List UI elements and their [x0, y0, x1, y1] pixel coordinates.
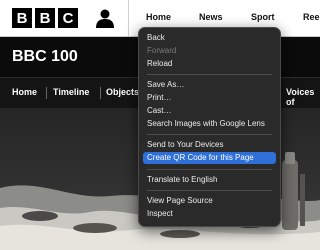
menu-item-reload[interactable]: Reload [143, 58, 276, 70]
menu-separator [147, 190, 272, 191]
nav-news[interactable]: News [199, 12, 223, 22]
nav-reel[interactable]: Reel [303, 12, 320, 22]
menu-item-print[interactable]: Print… [143, 92, 276, 104]
subnav-separator [100, 87, 101, 99]
context-menu: Back Forward Reload Save As… Print… Cast… [138, 27, 281, 227]
logo-letter: B [12, 8, 32, 28]
menu-item-search-images[interactable]: Search Images with Google Lens [143, 118, 276, 130]
page-title: BBC 100 [12, 48, 78, 65]
menu-item-translate[interactable]: Translate to English [143, 174, 276, 186]
subnav-separator [46, 87, 47, 99]
menu-separator [147, 134, 272, 135]
nav-sport[interactable]: Sport [251, 12, 275, 22]
logo-letter: C [58, 8, 78, 28]
header-divider [128, 0, 129, 36]
menu-item-save-as[interactable]: Save As… [143, 79, 276, 91]
menu-item-cast[interactable]: Cast… [143, 105, 276, 117]
logo-letter: B [35, 8, 55, 28]
menu-separator [147, 74, 272, 75]
nav-home[interactable]: Home [146, 12, 171, 22]
menu-item-inspect[interactable]: Inspect [143, 208, 276, 220]
menu-item-forward: Forward [147, 46, 177, 55]
menu-item-back[interactable]: Back [143, 32, 276, 44]
menu-separator [147, 169, 272, 170]
subnav-timeline[interactable]: Timeline [53, 87, 89, 97]
menu-item-create-qr-code[interactable]: Create QR Code for this Page [143, 152, 276, 164]
subnav-objects[interactable]: Objects [106, 87, 139, 97]
subnav-voices[interactable]: Voices of [286, 87, 320, 107]
menu-item-view-source[interactable]: View Page Source [143, 195, 276, 207]
menu-item-send-to-devices[interactable]: Send to Your Devices [143, 139, 276, 151]
subnav-home[interactable]: Home [12, 87, 37, 97]
bbc-logo[interactable]: B B C [12, 8, 78, 28]
account-icon[interactable] [95, 8, 115, 28]
